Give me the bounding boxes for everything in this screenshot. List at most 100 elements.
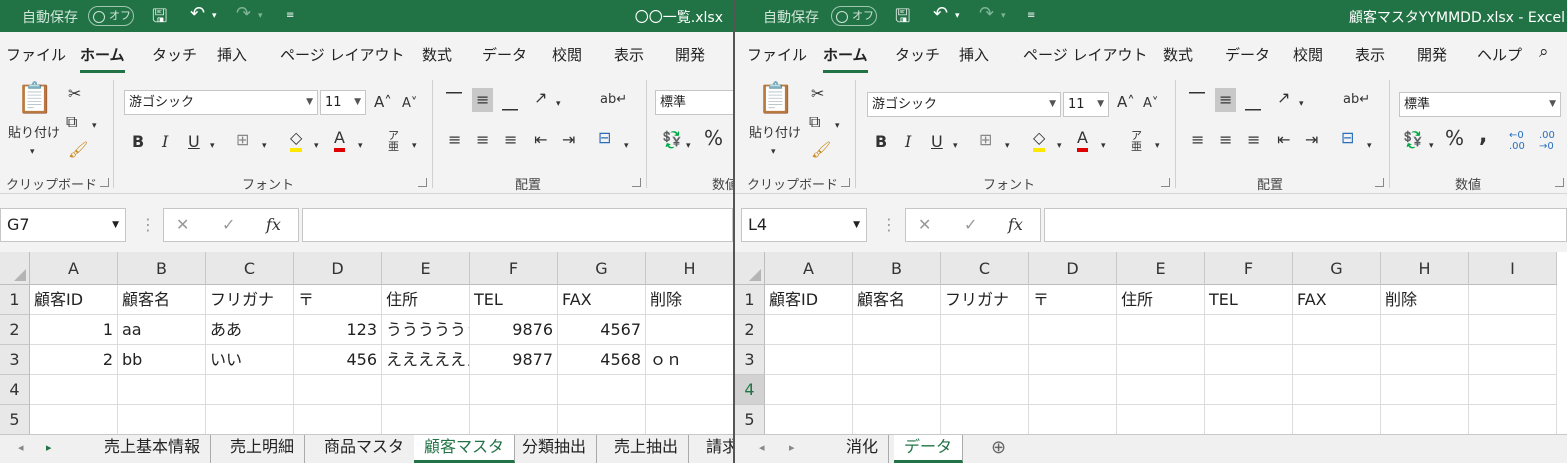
fill-color-icon[interactable]: ◇ bbox=[1033, 128, 1046, 152]
sheet-tab-1[interactable]: 売上基本情報 bbox=[94, 435, 212, 463]
customize-qat-icon[interactable]: ≡ bbox=[1027, 10, 1035, 21]
tab-review[interactable]: 校閲 bbox=[552, 44, 582, 65]
font-launcher-icon[interactable] bbox=[418, 178, 427, 187]
orientation-dropdown-icon[interactable]: ▾ bbox=[556, 94, 561, 114]
row-header-5[interactable]: 5 bbox=[735, 405, 765, 435]
merge-center-icon[interactable]: ⊟ bbox=[598, 128, 611, 148]
font-color-icon[interactable]: A bbox=[1077, 128, 1088, 152]
cell-b4[interactable] bbox=[118, 375, 206, 405]
paste-icon[interactable]: 📋 bbox=[16, 82, 53, 116]
orientation-icon[interactable]: ↗ bbox=[1277, 88, 1290, 108]
cell-e1[interactable]: 住所 bbox=[382, 285, 470, 315]
font-size-select[interactable]: 11 ▼ bbox=[320, 90, 366, 115]
cell-f3[interactable] bbox=[1205, 345, 1293, 375]
cell-h5[interactable] bbox=[1381, 405, 1469, 435]
cell-c2[interactable]: ああ bbox=[206, 315, 294, 345]
paste-dropdown-icon[interactable]: ▾ bbox=[30, 142, 35, 162]
column-header-c[interactable]: C bbox=[206, 252, 294, 285]
cell-c5[interactable] bbox=[941, 405, 1029, 435]
cell-e1[interactable]: 住所 bbox=[1117, 285, 1205, 315]
row-header-1[interactable]: 1 bbox=[735, 285, 765, 315]
undo-icon[interactable]: ↶ bbox=[933, 3, 948, 24]
search-icon[interactable]: ⌕ bbox=[1539, 42, 1549, 62]
phonetic-dropdown-icon[interactable]: ▾ bbox=[412, 136, 417, 156]
enter-icon[interactable]: ✓ bbox=[964, 215, 977, 235]
format-painter-icon[interactable]: 🖌 bbox=[811, 140, 831, 160]
align-center-icon[interactable]: ≡ bbox=[1219, 130, 1232, 150]
insert-function-icon[interactable]: fx bbox=[1008, 215, 1023, 235]
undo-icon[interactable]: ↶ bbox=[190, 3, 205, 24]
tab-insert[interactable]: 挿入 bbox=[959, 44, 989, 65]
decrease-indent-icon[interactable]: ⇤ bbox=[534, 130, 547, 150]
cell-f2[interactable] bbox=[1205, 315, 1293, 345]
tab-developer[interactable]: 開発 bbox=[1417, 44, 1447, 65]
worksheet-grid[interactable]: A B C D E F G H 1 顧客ID 顧客名 フリガナ〒住所 TEL FAX 削除 2 1 aa ああ 123… bbox=[0, 252, 733, 435]
cell-c3[interactable]: いい bbox=[206, 345, 294, 375]
alignment-launcher-icon[interactable] bbox=[632, 178, 641, 187]
column-header-h[interactable]: H bbox=[1381, 252, 1469, 285]
cell-a2[interactable] bbox=[765, 315, 853, 345]
underline-icon[interactable]: U bbox=[188, 132, 200, 152]
font-color-dropdown-icon[interactable]: ▾ bbox=[1101, 136, 1106, 156]
cell-g2[interactable] bbox=[1293, 315, 1381, 345]
underline-dropdown-icon[interactable]: ▾ bbox=[953, 136, 958, 156]
cell-i2[interactable] bbox=[1469, 315, 1557, 345]
align-left-icon[interactable]: ≡ bbox=[1191, 130, 1204, 150]
cell-h2[interactable] bbox=[1381, 315, 1469, 345]
accounting-format-icon[interactable]: 💱 bbox=[662, 130, 682, 150]
tab-file[interactable]: ファイル bbox=[747, 44, 807, 65]
cell-h1[interactable]: 削除 bbox=[1381, 285, 1469, 315]
cell-b3[interactable] bbox=[853, 345, 941, 375]
column-header-g[interactable]: G bbox=[558, 252, 646, 285]
cut-icon[interactable]: ✂ bbox=[811, 84, 824, 104]
decrease-font-size-icon[interactable]: A˅ bbox=[402, 94, 417, 114]
row-header-4[interactable]: 4 bbox=[0, 375, 30, 405]
redo-icon[interactable]: ↷ bbox=[236, 3, 251, 24]
clipboard-launcher-icon[interactable] bbox=[100, 178, 109, 187]
scroll-sheets-right-icon[interactable]: ▸ bbox=[46, 441, 52, 454]
cell-c4[interactable] bbox=[941, 375, 1029, 405]
cancel-icon[interactable]: ✕ bbox=[176, 215, 189, 235]
cell-d2[interactable] bbox=[1029, 315, 1117, 345]
cell-e5[interactable] bbox=[382, 405, 470, 435]
cell-b1[interactable]: 顧客名 bbox=[853, 285, 941, 315]
fill-color-dropdown-icon[interactable]: ▾ bbox=[314, 136, 319, 156]
italic-icon[interactable]: I bbox=[905, 132, 911, 152]
cell-b5[interactable] bbox=[853, 405, 941, 435]
cell-i5[interactable] bbox=[1469, 405, 1557, 435]
paste-dropdown-icon[interactable]: ▾ bbox=[771, 142, 776, 162]
tab-data[interactable]: データ bbox=[1225, 44, 1270, 65]
row-header-4[interactable]: 4 bbox=[735, 375, 765, 405]
accounting-dropdown-icon[interactable]: ▾ bbox=[686, 136, 691, 156]
cell-g5[interactable] bbox=[1293, 405, 1381, 435]
wrap-text-icon[interactable]: ab↵ bbox=[600, 90, 627, 110]
decrease-decimal-icon[interactable]: .00 →0 bbox=[1539, 130, 1555, 152]
cell-a1[interactable]: 顧客ID bbox=[765, 285, 853, 315]
cell-g1[interactable]: FAX bbox=[1293, 285, 1381, 315]
cancel-icon[interactable]: ✕ bbox=[918, 215, 931, 235]
align-right-icon[interactable]: ≡ bbox=[504, 130, 517, 150]
formula-bar-input[interactable] bbox=[1044, 208, 1567, 242]
column-header-h[interactable]: H bbox=[646, 252, 733, 285]
accounting-dropdown-icon[interactable]: ▾ bbox=[1429, 136, 1434, 156]
column-header-d[interactable]: D bbox=[1029, 252, 1117, 285]
sheet-tab-5[interactable]: 分類抽出 bbox=[512, 435, 598, 463]
copy-dropdown-icon[interactable]: ▾ bbox=[92, 116, 97, 136]
increase-font-size-icon[interactable]: A˄ bbox=[374, 92, 392, 112]
cell-c1[interactable]: フリガナ bbox=[206, 285, 294, 315]
cell-d5[interactable] bbox=[294, 405, 382, 435]
cell-c2[interactable] bbox=[941, 315, 1029, 345]
font-launcher-icon[interactable] bbox=[1161, 178, 1170, 187]
cell-d4[interactable] bbox=[1029, 375, 1117, 405]
cell-e2[interactable]: うううううう bbox=[382, 315, 470, 345]
cell-h4[interactable] bbox=[646, 375, 733, 405]
number-format-select[interactable]: 標準 bbox=[655, 90, 733, 115]
increase-font-size-icon[interactable]: A˄ bbox=[1117, 92, 1135, 112]
bold-icon[interactable]: B bbox=[875, 132, 887, 152]
row-header-2[interactable]: 2 bbox=[735, 315, 765, 345]
cell-b5[interactable] bbox=[118, 405, 206, 435]
cell-c5[interactable] bbox=[206, 405, 294, 435]
row-header-3[interactable]: 3 bbox=[735, 345, 765, 375]
paste-button-label[interactable]: 貼り付け bbox=[749, 124, 801, 144]
cell-b2[interactable] bbox=[853, 315, 941, 345]
